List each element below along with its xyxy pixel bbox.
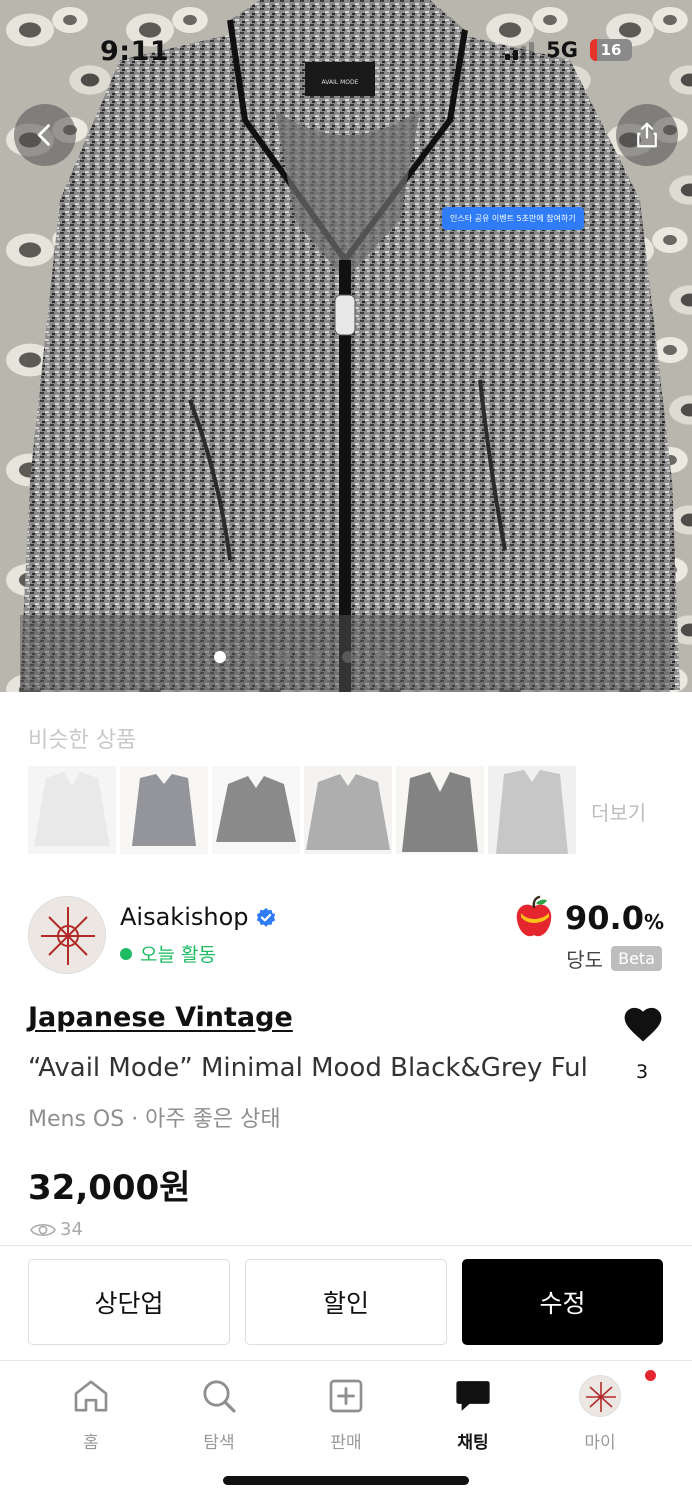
status-time: 9:11 <box>100 36 170 67</box>
tab-label: 마이 <box>584 1433 616 1453</box>
product-image[interactable]: AVAIL MODE 9:11 5G 16 인스타 공유 이벤트 5초만에 참여… <box>0 0 692 692</box>
similar-products-title: 비슷한 상품 <box>28 728 137 753</box>
tab-label: 판매 <box>330 1433 362 1453</box>
home-icon <box>74 1380 108 1412</box>
tab-sell[interactable]: 판매 <box>296 1374 396 1453</box>
sweetness-label: 당도 <box>566 948 604 972</box>
pagination-dot <box>214 651 226 663</box>
divider <box>0 1245 692 1246</box>
battery-icon: 16 <box>590 39 632 61</box>
notification-dot <box>645 1370 656 1381</box>
score-value: 90.0% <box>565 899 664 937</box>
bump-button[interactable]: 상단업 <box>28 1259 230 1345</box>
share-icon <box>637 122 657 148</box>
sweetness-row: 당도 Beta <box>566 944 662 973</box>
pagination-dot <box>310 651 322 663</box>
pagination-dot <box>342 651 354 663</box>
similar-product-thumb[interactable] <box>120 766 208 854</box>
tab-home[interactable]: 홈 <box>41 1374 141 1453</box>
similar-product-thumb[interactable] <box>488 766 576 854</box>
plus-square-icon <box>329 1379 363 1413</box>
search-icon <box>203 1380 236 1413</box>
tab-search[interactable]: 탐색 <box>169 1374 269 1453</box>
tab-my[interactable]: 마이 <box>550 1370 656 1453</box>
seller-score[interactable]: 90.0% <box>511 895 664 941</box>
like-count: 3 <box>636 1061 649 1083</box>
home-indicator <box>223 1476 469 1485</box>
share-button[interactable] <box>616 104 678 166</box>
tab-label: 홈 <box>83 1433 99 1453</box>
promo-tooltip[interactable]: 인스타 공유 이벤트 5초만에 참여하기 <box>442 207 584 230</box>
seller-name[interactable]: Aisakishop <box>120 903 249 931</box>
product-meta: Mens OS · 아주 좋은 상태 <box>28 1107 281 1132</box>
activity-label: 오늘 활동 <box>140 944 216 966</box>
tab-label: 채팅 <box>457 1433 489 1453</box>
verified-badge-icon <box>256 907 276 927</box>
chat-icon <box>456 1381 490 1411</box>
pagination-dot <box>278 651 290 663</box>
product-brand[interactable]: Japanese Vintage <box>28 1002 293 1033</box>
beta-badge: Beta <box>611 946 662 971</box>
tab-chat[interactable]: 채팅 <box>423 1374 523 1453</box>
back-button[interactable] <box>14 104 76 166</box>
pagination-dot <box>374 651 386 663</box>
similar-product-thumb[interactable] <box>396 766 484 854</box>
online-dot-icon <box>120 947 132 960</box>
jacket-photo: AVAIL MODE <box>20 0 680 692</box>
edit-button[interactable]: 수정 <box>462 1259 663 1345</box>
status-indicators: 5G 16 <box>505 38 632 62</box>
chevron-left-icon <box>37 124 50 146</box>
product-price: 32,000원 <box>28 1168 191 1208</box>
view-count-value: 34 <box>60 1219 83 1240</box>
view-count: 34 <box>30 1219 83 1240</box>
similar-more-link[interactable]: 더보기 <box>591 797 646 826</box>
svg-text:AVAIL MODE: AVAIL MODE <box>322 79 359 86</box>
seller-activity: 오늘 활동 <box>120 940 216 967</box>
similar-product-thumb[interactable] <box>304 766 392 854</box>
profile-avatar <box>579 1375 621 1417</box>
eye-icon <box>30 1223 56 1236</box>
discount-button[interactable]: 할인 <box>245 1259 447 1345</box>
seller-avatar[interactable] <box>28 896 106 974</box>
similar-products-list <box>28 766 576 854</box>
pagination-dot <box>246 651 258 663</box>
similar-product-thumb[interactable] <box>212 766 300 854</box>
signal-icon <box>505 40 535 60</box>
battery-level: 16 <box>600 41 622 59</box>
apple-icon <box>516 895 552 937</box>
tab-label: 탐색 <box>203 1433 235 1453</box>
similar-product-thumb[interactable] <box>28 766 116 854</box>
divider <box>0 1360 692 1361</box>
network-type: 5G <box>546 38 578 62</box>
image-pagination <box>214 651 386 663</box>
product-title: “Avail Mode” Minimal Mood Black&Grey Ful <box>28 1053 588 1083</box>
heart-icon[interactable] <box>622 1004 664 1044</box>
